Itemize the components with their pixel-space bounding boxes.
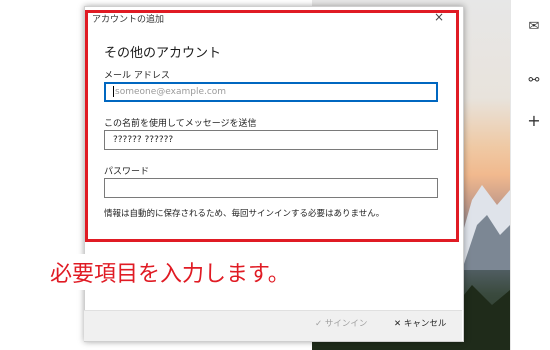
mail-icon[interactable]: ✉	[525, 18, 543, 36]
add-icon[interactable]: +	[525, 112, 543, 130]
red-highlight-box	[85, 10, 459, 242]
cancel-label: キャンセル	[403, 319, 447, 329]
cancel-button[interactable]: ✕ キャンセル	[394, 317, 446, 329]
people-icon[interactable]: ⚯	[525, 72, 543, 90]
right-sidebar	[510, 0, 550, 350]
signin-button[interactable]: ✓ サインイン	[315, 317, 367, 329]
close-icon: ✕	[394, 319, 402, 329]
left-background	[0, 0, 86, 350]
annotation-callout: 必要項目を入力します。	[42, 254, 298, 290]
check-icon: ✓	[315, 319, 323, 329]
signin-label: サインイン	[324, 319, 368, 329]
